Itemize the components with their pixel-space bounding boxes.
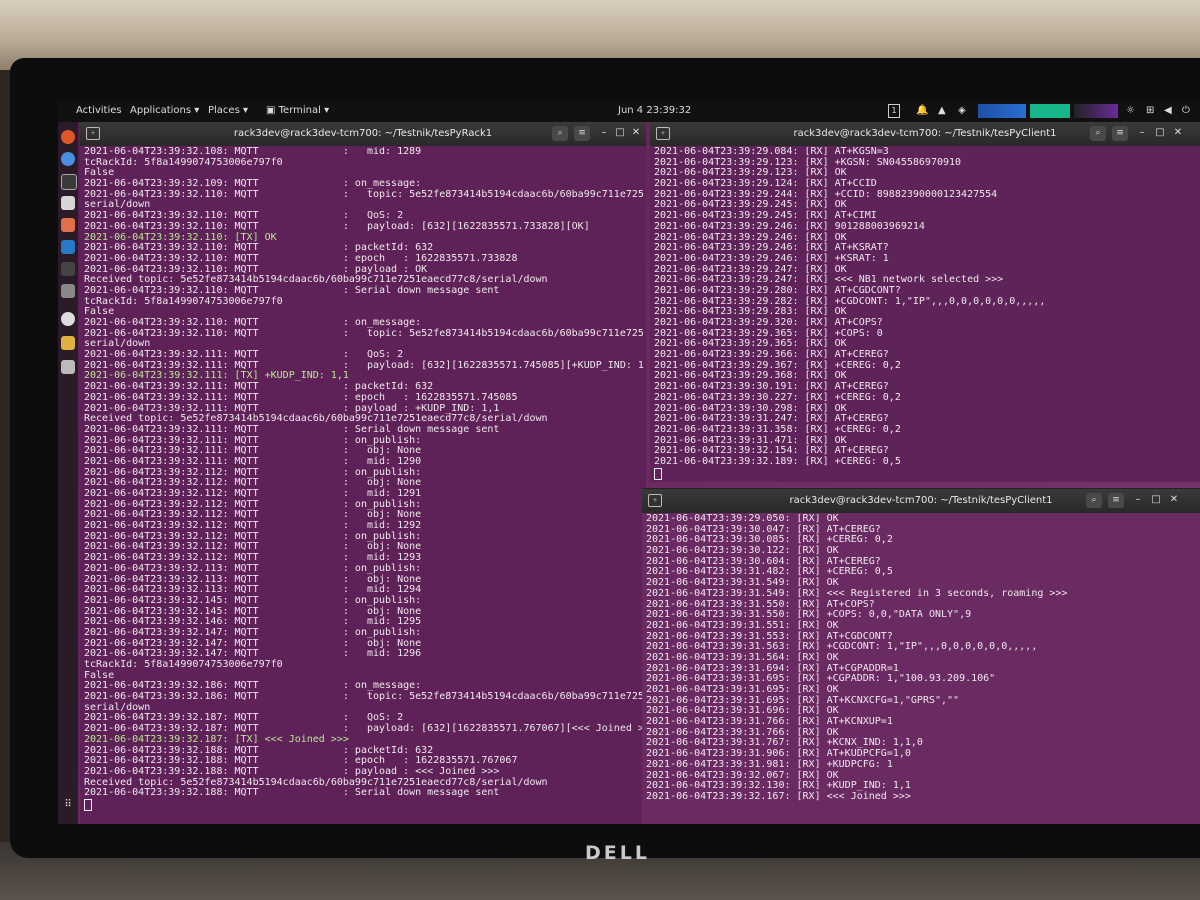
terminal-line: 2021-06-04T23:39:31.981: [RX] +KUDPCFG: … (646, 758, 893, 770)
bell-icon[interactable]: 🔔 (916, 105, 928, 116)
clock[interactable]: Jun 4 23:39:32 (618, 105, 691, 116)
terminal-line: 2021-06-04T23:39:32.187: [TX] <<< Joined… (84, 733, 349, 745)
memory-graph[interactable] (1074, 104, 1118, 118)
terminal-line: 2021-06-04T23:39:32.110: MQTT : topic: 5… (84, 188, 644, 200)
terminal-window-rack[interactable]: + rack3dev@rack3dev-tcm700: ~/Testnik/te… (80, 122, 646, 824)
network-graph[interactable] (1030, 104, 1070, 118)
search-icon[interactable]: ⌕ (1086, 493, 1102, 508)
terminal-window-client-top[interactable]: + rack3dev@rack3dev-tcm700: ~/Testnik/te… (650, 122, 1200, 482)
triangle-icon[interactable]: ▲ (938, 105, 946, 116)
terminal-cursor (84, 798, 92, 811)
terminal-line: 2021-06-04T23:39:32.110: MQTT : epoch : … (84, 252, 518, 264)
terminal-line: 2021-06-04T23:39:32.188: MQTT : Serial d… (84, 787, 500, 799)
volume-icon[interactable]: ◀ (1164, 105, 1172, 116)
menu-icon[interactable]: ≡ (1112, 126, 1128, 141)
apps-grid-icon[interactable]: ⠿ (61, 798, 75, 812)
usb-icon[interactable] (61, 360, 75, 374)
terminal-line: 2021-06-04T23:39:32.145: MQTT : on_publi… (84, 594, 422, 606)
titlebar[interactable]: + rack3dev@rack3dev-tcm700: ~/Testnik/te… (642, 489, 1200, 513)
terminal-line: 2021-06-04T23:39:32.110: MQTT : payload:… (84, 220, 590, 232)
close-icon[interactable]: ✕ (1168, 494, 1180, 506)
dock: ⠿ (58, 122, 78, 824)
settings-icon[interactable] (61, 284, 75, 298)
network-icon[interactable]: ⊞ (1146, 105, 1154, 116)
terminal-line: 2021-06-04T23:39:29.246: [RX] 9012880039… (654, 220, 925, 232)
menu-icon[interactable]: ≡ (1108, 493, 1124, 508)
monitor-icon[interactable] (61, 262, 75, 276)
close-icon[interactable]: ✕ (630, 127, 642, 139)
terminal-line: 2021-06-04T23:39:32.113: MQTT : on_publi… (84, 562, 422, 574)
maximize-icon[interactable]: □ (614, 127, 626, 139)
files-icon[interactable] (61, 196, 75, 210)
search-icon[interactable]: ⌕ (1090, 126, 1106, 141)
chrome-icon[interactable] (61, 152, 75, 166)
cpu-graph[interactable] (978, 104, 1026, 118)
terminal-line: 2021-06-04T23:39:32.189: [RX] +CEREG: 0,… (654, 455, 901, 467)
minimize-icon[interactable]: – (1132, 494, 1144, 506)
terminal-app-label: Terminal ▾ (278, 105, 330, 116)
maximize-icon[interactable]: □ (1154, 127, 1166, 139)
terminal-window-client-bottom[interactable]: + rack3dev@rack3dev-tcm700: ~/Testnik/te… (642, 488, 1200, 824)
applications-menu[interactable]: Applications ▾ (130, 105, 199, 116)
desktop-screen: Activities Applications ▾ Places ▾ ▣ Ter… (58, 100, 1200, 824)
software-icon[interactable] (61, 218, 75, 232)
terminal-line: tcRackId: 5f8a1499074753006e797f0 (84, 659, 283, 670)
terminal-line: 2021-06-04T23:39:32.111: MQTT : Serial d… (84, 423, 500, 435)
terminal-line: 2021-06-04T23:39:30.227: [RX] +CEREG: 0,… (654, 391, 901, 403)
terminal-app-icon: ▣ (266, 105, 279, 116)
monitor-brand-logo: DELL (585, 842, 650, 864)
chromium-icon[interactable] (61, 312, 75, 326)
terminal-line: 2021-06-04T23:39:31.549: [RX] <<< Regist… (646, 587, 1068, 599)
terminal-line: tcRackId: 5f8a1499074753006e797f0 (84, 156, 283, 168)
terminal-line: 2021-06-04T23:39:31.551: [RX] OK (646, 619, 839, 631)
top-bar: Activities Applications ▾ Places ▾ ▣ Ter… (58, 100, 1200, 122)
power-icon[interactable]: ⏻ (1182, 105, 1190, 116)
terminal-line: 2021-06-04T23:39:32.186: MQTT : topic: 5… (84, 691, 644, 703)
terminal-line: tcRackId: 5f8a1499074753006e797f0 (84, 295, 283, 307)
minimize-icon[interactable]: – (598, 127, 610, 139)
terminal-line: 2021-06-04T23:39:31.358: [RX] +CEREG: 0,… (654, 423, 901, 435)
dropbox-icon[interactable]: ◈ (958, 105, 966, 116)
menu-icon[interactable]: ≡ (574, 126, 590, 141)
titlebar[interactable]: + rack3dev@rack3dev-tcm700: ~/Testnik/te… (80, 122, 646, 146)
maximize-icon[interactable]: □ (1150, 494, 1162, 506)
terminal-line: 2021-06-04T23:39:29.246: [RX] +KSRAT: 1 (654, 252, 889, 264)
close-icon[interactable]: ✕ (1172, 127, 1184, 139)
workspace-indicator[interactable]: 1 (888, 104, 900, 118)
terminal-output[interactable]: 2021-06-04T23:39:29.084: [RX] AT+KGSN=3 2… (654, 147, 1198, 482)
terminal-icon[interactable] (61, 174, 77, 190)
search-icon[interactable]: ⌕ (552, 126, 568, 141)
activities-button[interactable]: Activities (76, 105, 122, 116)
firefox-icon[interactable] (61, 130, 75, 144)
places-menu[interactable]: Places ▾ (208, 105, 248, 116)
terminal-cursor (654, 467, 662, 480)
terminal-app-menu[interactable]: ▣ Terminal ▾ (266, 105, 329, 116)
terminal-line: 2021-06-04T23:39:32.188: MQTT : payload … (84, 765, 500, 777)
vscode-icon[interactable] (61, 240, 75, 254)
terminal-output[interactable]: 2021-06-04T23:39:29.050: [RX] OK 2021-06-… (646, 514, 1198, 824)
terminal-line: 2021-06-04T23:39:32.111: MQTT : epoch : … (84, 391, 518, 403)
terminal-line: 2021-06-04T23:39:32.167: [RX] <<< Joined… (646, 790, 911, 802)
terminal-line: 2021-06-04T23:39:32.110: MQTT : topic: 5… (84, 327, 644, 339)
notes-icon[interactable] (61, 336, 75, 350)
titlebar[interactable]: + rack3dev@rack3dev-tcm700: ~/Testnik/te… (650, 122, 1200, 146)
brightness-icon[interactable]: ☼ (1126, 105, 1135, 116)
terminal-output[interactable]: 2021-06-04T23:39:32.108: MQTT : mid: 128… (84, 147, 644, 824)
minimize-icon[interactable]: – (1136, 127, 1148, 139)
